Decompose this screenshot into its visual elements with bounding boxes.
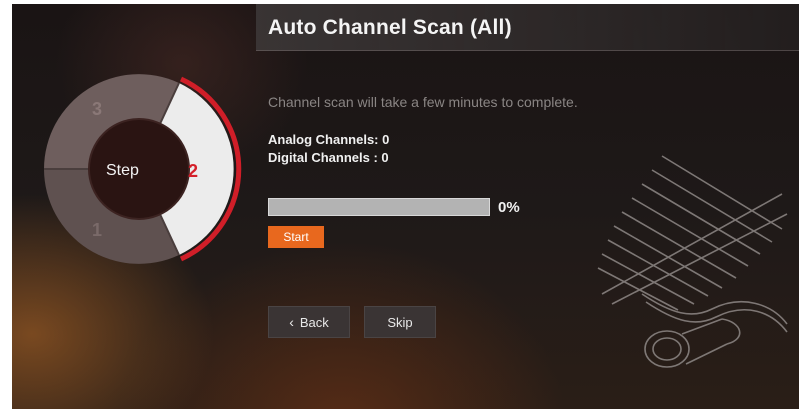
skip-button[interactable]: Skip xyxy=(364,306,436,338)
step-2-number: 2 xyxy=(188,161,199,181)
step-1-number: 1 xyxy=(92,220,103,240)
analog-channels-label: Analog Channels: xyxy=(268,132,379,147)
scan-progress-percent: 0% xyxy=(498,199,520,216)
step-3-number: 3 xyxy=(92,99,103,119)
step-center-label: Step xyxy=(106,162,139,179)
page-title: Auto Channel Scan (All) xyxy=(268,16,512,39)
digital-channels-value: 0 xyxy=(381,150,389,165)
scan-description: Channel scan will take a few minutes to … xyxy=(268,94,578,110)
back-button-label: Back xyxy=(299,314,329,330)
back-button[interactable]: ‹ Back xyxy=(268,306,350,338)
analog-channels-row: Analog Channels: 0 xyxy=(268,132,389,147)
tv-screen: Step 2 3 1 Auto Channel Scan (All) Chann… xyxy=(12,4,799,409)
start-button[interactable]: Start xyxy=(268,226,324,248)
scan-progress-bar xyxy=(268,198,490,216)
step-wheel xyxy=(44,74,242,264)
antenna-illustration-icon xyxy=(597,155,788,368)
skip-button-label: Skip xyxy=(387,314,413,330)
chevron-left-icon: ‹ xyxy=(289,314,294,330)
header-bar: Auto Channel Scan (All) xyxy=(256,4,799,51)
analog-channels-value: 0 xyxy=(382,132,390,147)
digital-channels-row: Digital Channels : 0 xyxy=(268,150,389,165)
digital-channels-label: Digital Channels : xyxy=(268,150,378,165)
